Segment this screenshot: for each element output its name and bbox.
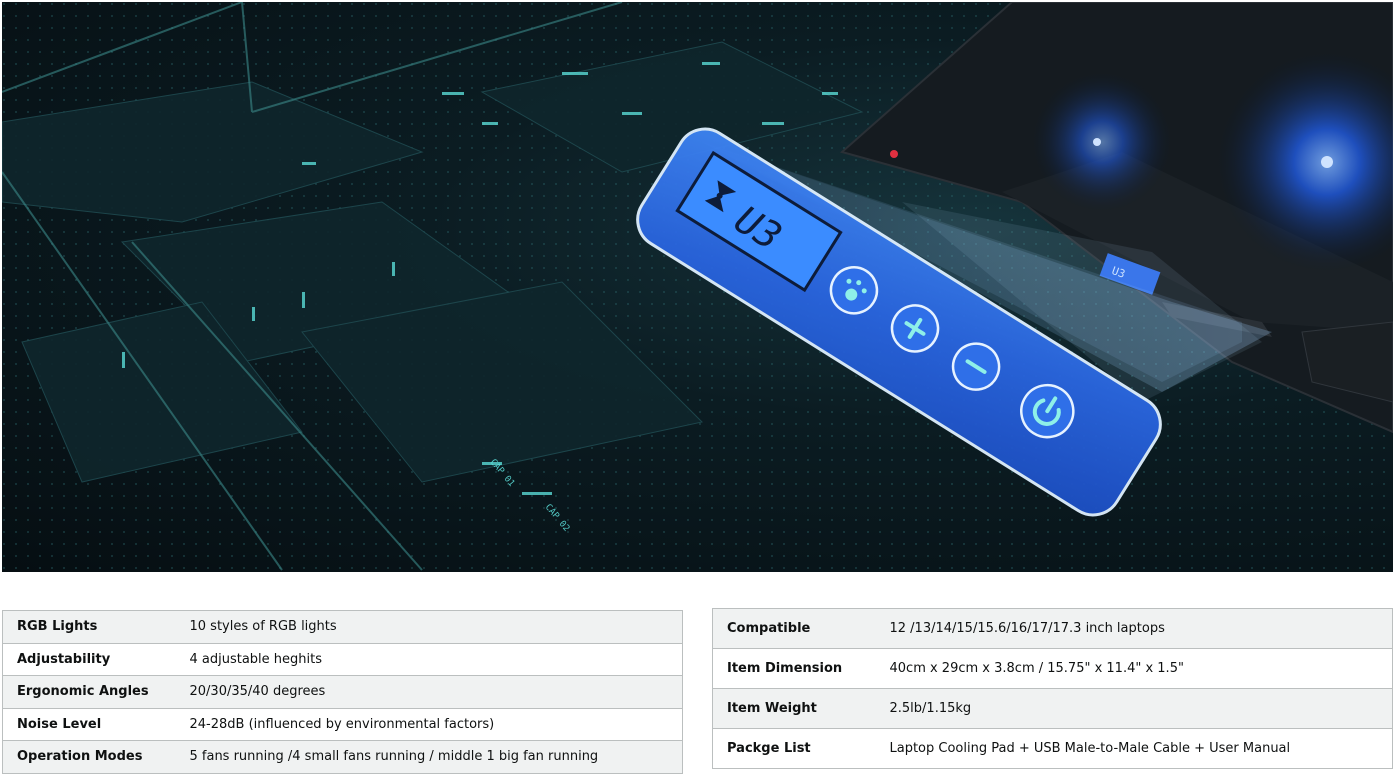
table-row: Noise Level 24-28dB (influenced by envir… bbox=[2, 707, 683, 741]
control-panel-illustration: CAP 01 CAP 02 U3 U3 bbox=[2, 2, 1393, 572]
spec-value: 20/30/35/40 degrees bbox=[175, 675, 683, 709]
spec-value: 12 /13/14/15/15.6/16/17/17.3 inch laptop… bbox=[875, 608, 1393, 649]
table-row: Adjustability 4 adjustable heghits bbox=[2, 642, 683, 676]
spec-label: Operation Modes bbox=[2, 740, 176, 774]
spec-label: Noise Level bbox=[2, 707, 176, 741]
table-row: Compatible 12 /13/14/15/15.6/16/17/17.3 … bbox=[712, 608, 1393, 649]
spec-label: Packge List bbox=[712, 728, 876, 769]
spec-value: Laptop Cooling Pad + USB Male-to-Male Ca… bbox=[875, 728, 1393, 769]
table-row: Packge List Laptop Cooling Pad + USB Mal… bbox=[712, 728, 1393, 769]
spec-table-right: Compatible 12 /13/14/15/15.6/16/17/17.3 … bbox=[712, 608, 1393, 769]
spec-label: RGB Lights bbox=[2, 610, 176, 644]
table-row: Operation Modes 5 fans running /4 small … bbox=[2, 740, 683, 774]
spec-label: Ergonomic Angles bbox=[2, 675, 176, 709]
spec-value: 5 fans running /4 small fans running / m… bbox=[175, 740, 683, 774]
table-row: RGB Lights 10 styles of RGB lights bbox=[2, 610, 683, 644]
fan-glow-small bbox=[1032, 72, 1172, 212]
table-row: Item Dimension 40cm x 29cm x 3.8cm / 15.… bbox=[712, 648, 1393, 689]
spec-value: 10 styles of RGB lights bbox=[175, 610, 683, 644]
spec-value: 4 adjustable heghits bbox=[175, 642, 683, 676]
spec-label: Compatible bbox=[712, 608, 876, 649]
spec-label: Adjustability bbox=[2, 642, 176, 676]
table-row: Ergonomic Angles 20/30/35/40 degrees bbox=[2, 675, 683, 709]
spec-label: Item Weight bbox=[712, 688, 876, 729]
table-row: Item Weight 2.5lb/1.15kg bbox=[712, 688, 1393, 729]
spec-value: 24-28dB (influenced by environmental fac… bbox=[175, 707, 683, 741]
hero-image: CAP 01 CAP 02 U3 U3 bbox=[2, 2, 1393, 572]
spec-table-left: RGB Lights 10 styles of RGB lights Adjus… bbox=[2, 610, 683, 774]
spec-label: Item Dimension bbox=[712, 648, 876, 689]
spec-value: 40cm x 29cm x 3.8cm / 15.75" x 11.4" x 1… bbox=[875, 648, 1393, 689]
spec-value: 2.5lb/1.15kg bbox=[875, 688, 1393, 729]
